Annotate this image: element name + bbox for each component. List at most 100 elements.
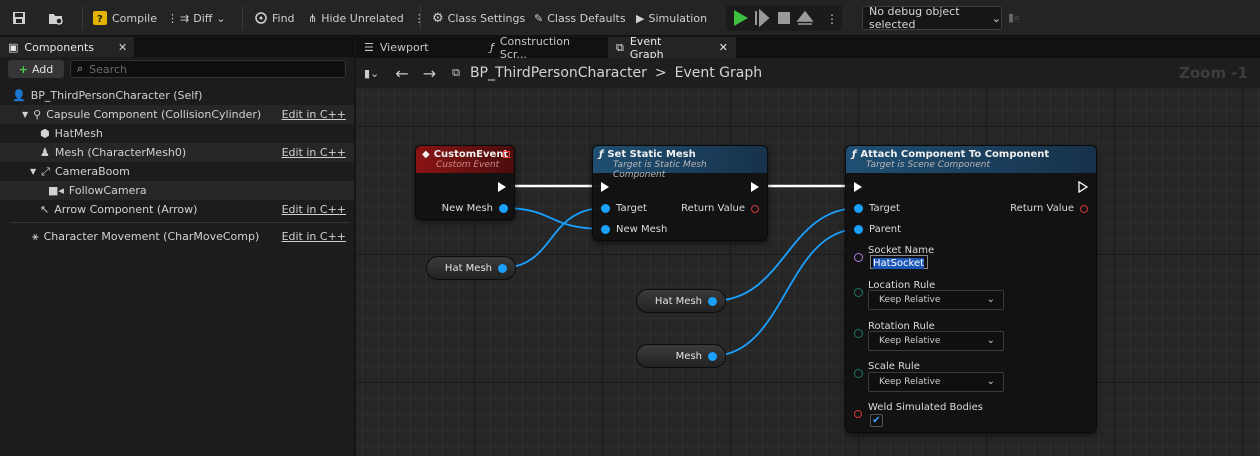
- breadcrumb-blueprint[interactable]: BP_ThirdPersonCharacter: [470, 65, 647, 81]
- plus-icon: +: [18, 62, 28, 76]
- tab-construction-script[interactable]: ƒ Construction Scr...: [482, 34, 608, 61]
- eject-icon[interactable]: [796, 10, 814, 25]
- exec-in-pin[interactable]: [854, 182, 862, 192]
- object-pin-icon[interactable]: [498, 263, 507, 273]
- components-panel: ▣ Components ✕ + Add ⌕ Search 👤 BP_Third…: [0, 37, 354, 456]
- breadcrumb-graph[interactable]: Event Graph: [675, 65, 763, 81]
- add-label: Add: [31, 62, 54, 76]
- class-settings-label: Class Settings: [447, 11, 526, 25]
- hide-unrelated-button[interactable]: ⋔ Hide Unrelated ⋮: [308, 4, 425, 32]
- hat-mesh-variable-node[interactable]: Hat Mesh: [426, 256, 516, 280]
- compile-button[interactable]: ? Compile ⋮: [92, 4, 178, 32]
- edit-in-cpp-link[interactable]: Edit in C++: [282, 108, 346, 121]
- chevron-down-icon[interactable]: ▼: [30, 167, 36, 176]
- tree-item-movement[interactable]: ⚹ Character Movement (CharMoveComp) Edit…: [0, 227, 354, 246]
- debug-object-select[interactable]: No debug object selected ⌄: [862, 5, 1002, 31]
- enum-pin-icon[interactable]: [854, 288, 863, 297]
- tab-components[interactable]: ▣ Components ✕: [0, 37, 134, 57]
- chevron-down-icon[interactable]: ▼: [22, 110, 28, 119]
- forward-arrow-icon[interactable]: →: [423, 64, 436, 83]
- exec-out-pin[interactable]: [498, 182, 506, 192]
- socket-name-field[interactable]: HatSocket: [870, 255, 928, 269]
- new-mesh-pin[interactable]: New Mesh: [601, 224, 667, 235]
- tree-item-cameraboom[interactable]: ▼ ⤢ CameraBoom: [0, 162, 354, 181]
- graph-canvas[interactable]: ◆ CustomEvent Custom Event New Mesh Hat M…: [356, 88, 1260, 456]
- step-icon[interactable]: [755, 8, 770, 28]
- tree-item-mesh[interactable]: ♟ Mesh (CharacterMesh0) Edit in C++: [0, 143, 354, 162]
- stop-icon[interactable]: [778, 12, 790, 24]
- return-value-pin[interactable]: Return Value: [1010, 203, 1088, 214]
- bool-pin-icon[interactable]: [854, 410, 862, 418]
- class-defaults-label: Class Defaults: [547, 11, 626, 25]
- tree-item-label: CameraBoom: [54, 165, 130, 178]
- tree-item-hatmesh[interactable]: ⬢ HatMesh: [0, 124, 354, 143]
- rotation-rule-select[interactable]: Keep Relative ⌄: [868, 331, 1004, 351]
- play-controls: ⋮: [726, 5, 842, 31]
- edit-in-cpp-link[interactable]: Edit in C++: [282, 230, 346, 243]
- close-icon[interactable]: ✕: [118, 41, 127, 54]
- tab-viewport[interactable]: ☰ Viewport: [356, 37, 474, 58]
- tree-item-capsule[interactable]: ▼ ⚲ Capsule Component (CollisionCylinder…: [0, 105, 354, 124]
- pin-label: New Mesh: [616, 224, 668, 235]
- find-button[interactable]: Find: [254, 4, 295, 32]
- target-pin[interactable]: Target: [854, 203, 900, 214]
- delegate-pin-icon[interactable]: [503, 151, 510, 158]
- hat-mesh-variable-node[interactable]: Hat Mesh: [636, 289, 726, 313]
- tree-item-label: Mesh (CharacterMesh0): [54, 146, 187, 159]
- compile-options-icon[interactable]: ⋮: [167, 12, 178, 25]
- class-defaults-button[interactable]: ✎ Class Defaults: [534, 4, 626, 32]
- return-value-pin[interactable]: Return Value: [681, 203, 759, 214]
- save-button[interactable]: [12, 4, 26, 32]
- exec-out-pin-icon[interactable]: [1078, 181, 1088, 193]
- tree-item-label: FollowCamera: [68, 184, 147, 197]
- class-settings-button[interactable]: ⚙ Class Settings: [432, 4, 525, 32]
- pin-label: Target: [869, 203, 900, 214]
- bool-pin-icon: [751, 204, 759, 213]
- diff-button[interactable]: ⇉ Diff ⌄: [180, 4, 226, 32]
- target-pin[interactable]: Target: [601, 203, 647, 214]
- parent-pin[interactable]: Parent: [854, 224, 901, 235]
- set-static-mesh-node[interactable]: ƒ Set Static Mesh Target is Static Mesh C…: [592, 145, 768, 241]
- back-arrow-icon[interactable]: ←: [395, 64, 408, 83]
- edit-in-cpp-link[interactable]: Edit in C++: [282, 203, 346, 216]
- scale-rule-select[interactable]: Keep Relative ⌄: [868, 372, 1004, 392]
- chevron-down-icon: ⌄: [986, 376, 995, 387]
- exec-in-pin[interactable]: [601, 182, 609, 192]
- new-mesh-pin[interactable]: New Mesh: [442, 203, 508, 214]
- scale-rule-label: Scale Rule: [868, 361, 920, 372]
- close-icon[interactable]: ✕: [719, 41, 728, 54]
- location-rule-select[interactable]: Keep Relative ⌄: [868, 290, 1004, 310]
- tree-item-self[interactable]: 👤 BP_ThirdPersonCharacter (Self): [0, 86, 354, 105]
- object-pin-icon[interactable]: [708, 296, 717, 306]
- simulation-label: Simulation: [648, 11, 708, 25]
- add-component-button[interactable]: + Add: [8, 60, 64, 78]
- tree-item-followcamera[interactable]: ■◂ FollowCamera: [0, 181, 354, 200]
- custom-event-node[interactable]: ◆ CustomEvent Custom Event New Mesh: [415, 145, 515, 220]
- object-pin-icon[interactable]: [708, 351, 717, 361]
- browse-button[interactable]: [48, 4, 64, 32]
- edit-in-cpp-link[interactable]: Edit in C++: [282, 146, 346, 159]
- exec-out-pin[interactable]: [751, 182, 759, 192]
- tab-label: Construction Scr...: [499, 34, 570, 61]
- tab-event-graph[interactable]: ⧉ Event Graph ✕: [608, 35, 736, 61]
- custom-event-header: ◆ CustomEvent Custom Event: [416, 146, 514, 173]
- graph-breadcrumb-bar: ▮⌄ ← → ⧉ BP_ThirdPersonCharacter > Event…: [356, 58, 1260, 88]
- weld-checkbox[interactable]: ✔: [870, 414, 883, 427]
- search-icon: ⌕: [77, 62, 84, 75]
- enum-pin-icon[interactable]: [854, 369, 863, 378]
- mesh-variable-node[interactable]: Mesh: [636, 344, 726, 368]
- bookmark-icon[interactable]: ▮⌄: [364, 67, 379, 80]
- tree-item-arrow[interactable]: ↖ Arrow Component (Arrow) Edit in C++: [0, 200, 354, 219]
- bool-pin-icon: [1080, 204, 1088, 213]
- component-search-input[interactable]: ⌕ Search: [70, 60, 346, 78]
- object-pin-icon: [499, 204, 508, 213]
- play-options-icon[interactable]: ⋮: [826, 12, 838, 26]
- enum-pin-icon[interactable]: [854, 329, 863, 338]
- debug-filter-button[interactable]: ▮⌕: [1008, 4, 1020, 32]
- attach-component-node[interactable]: ƒ Attach Component To Component Target is…: [845, 145, 1097, 433]
- skeletal-mesh-icon: ♟: [40, 146, 50, 159]
- name-pin-icon[interactable]: [854, 253, 863, 262]
- play-icon[interactable]: [734, 10, 748, 26]
- graph-icon: ⧉: [452, 66, 460, 79]
- simulation-button[interactable]: ▶ Simulation: [636, 4, 707, 32]
